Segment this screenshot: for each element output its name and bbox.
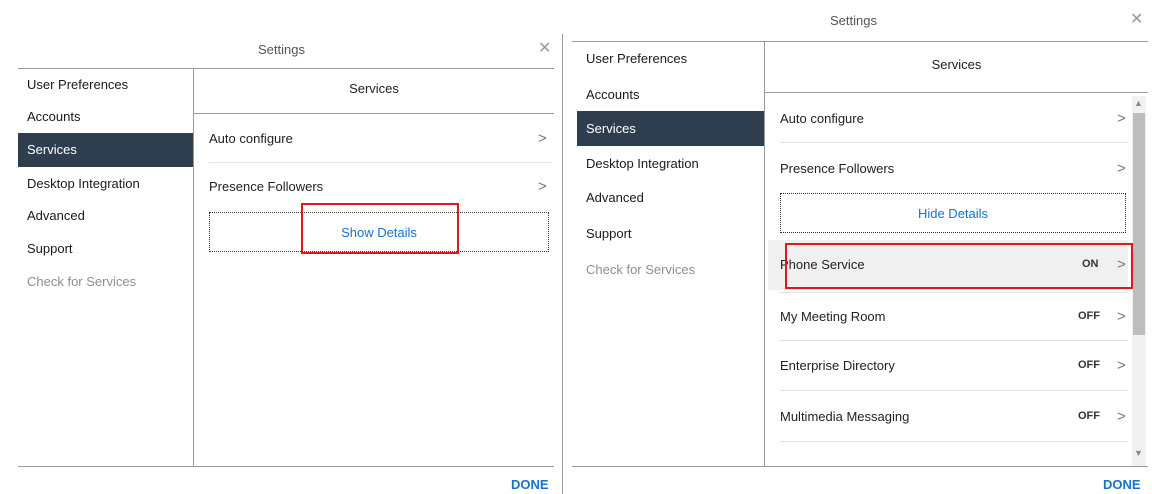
highlight-box	[785, 243, 1133, 289]
row-label: Presence Followers	[780, 161, 895, 176]
presence-followers-row[interactable]: Presence Followers >	[197, 178, 552, 199]
done-button[interactable]: DONE	[1103, 477, 1141, 492]
settings-window-left: Settings ✕ User Preferences Accounts Ser…	[0, 0, 560, 494]
row-label: Presence Followers	[209, 179, 324, 194]
row-label: Enterprise Directory	[780, 358, 895, 373]
section-title: Services	[349, 81, 399, 96]
check-for-services-link[interactable]: Check for Services	[27, 274, 136, 289]
sidebar-item-user-preferences[interactable]: User Preferences	[586, 51, 687, 66]
sidebar-item-accounts[interactable]: Accounts	[586, 87, 639, 102]
status-label: OFF	[1078, 359, 1100, 371]
sidebar-divider	[764, 42, 765, 466]
chevron-right-icon: >	[1117, 308, 1126, 325]
chevron-right-icon: >	[538, 178, 547, 195]
window-title: Settings	[258, 42, 305, 57]
sidebar-item-desktop-integration[interactable]: Desktop Integration	[586, 156, 699, 171]
row-divider	[780, 292, 1128, 293]
chevron-right-icon: >	[1117, 408, 1126, 425]
row-label: My Meeting Room	[780, 309, 886, 324]
sidebar-divider	[193, 69, 194, 467]
chevron-right-icon: >	[1117, 357, 1126, 374]
sidebar-item-services[interactable]: Services	[577, 111, 764, 146]
auto-configure-row[interactable]: Auto configure >	[197, 130, 552, 151]
close-icon[interactable]: ✕	[1130, 12, 1143, 28]
section-title: Services	[931, 57, 982, 72]
my-meeting-room-row[interactable]: My Meeting Room OFF >	[768, 308, 1128, 329]
window-separator	[562, 34, 563, 494]
sidebar-item-support[interactable]: Support	[27, 241, 73, 256]
sidebar-item-desktop-integration[interactable]: Desktop Integration	[27, 176, 140, 191]
chevron-right-icon: >	[1117, 110, 1126, 127]
check-for-services-link[interactable]: Check for Services	[586, 262, 695, 277]
scrollbar-thumb[interactable]	[1133, 113, 1145, 335]
footer-divider	[18, 466, 554, 467]
status-label: OFF	[1078, 310, 1100, 322]
scroll-up-arrow-icon[interactable]: ▲	[1134, 98, 1143, 108]
hide-details-button[interactable]: Hide Details	[780, 193, 1126, 233]
row-divider	[780, 390, 1128, 391]
header-divider	[765, 92, 1148, 93]
sidebar-item-user-preferences[interactable]: User Preferences	[27, 77, 128, 92]
scroll-down-arrow-icon[interactable]: ▼	[1134, 448, 1143, 458]
done-button[interactable]: DONE	[511, 477, 549, 492]
close-icon[interactable]: ✕	[538, 41, 551, 57]
divider	[572, 41, 1148, 42]
row-label: Auto configure	[209, 131, 293, 146]
auto-configure-row[interactable]: Auto configure >	[768, 110, 1128, 131]
row-label: Multimedia Messaging	[780, 409, 910, 424]
row-divider	[780, 441, 1128, 442]
chevron-right-icon: >	[1117, 160, 1126, 177]
sidebar-item-services[interactable]: Services	[18, 133, 193, 167]
highlight-box	[301, 203, 459, 254]
divider	[18, 68, 554, 69]
window-title: Settings	[830, 13, 877, 28]
header-divider	[194, 113, 554, 114]
row-divider	[209, 162, 552, 163]
sidebar-item-advanced[interactable]: Advanced	[27, 208, 85, 223]
enterprise-directory-row[interactable]: Enterprise Directory OFF >	[768, 357, 1128, 378]
status-label: OFF	[1078, 410, 1100, 422]
sidebar-item-support[interactable]: Support	[586, 226, 632, 241]
chevron-right-icon: >	[538, 130, 547, 147]
row-label: Auto configure	[780, 111, 864, 126]
settings-window-right: Settings ✕ User Preferences Accounts Ser…	[566, 0, 1152, 494]
row-divider	[780, 142, 1128, 143]
presence-followers-row[interactable]: Presence Followers >	[768, 160, 1128, 181]
sidebar-item-advanced[interactable]: Advanced	[586, 190, 644, 205]
sidebar-item-accounts[interactable]: Accounts	[27, 109, 80, 124]
multimedia-messaging-row[interactable]: Multimedia Messaging OFF >	[768, 408, 1128, 429]
row-divider	[780, 340, 1128, 341]
footer-divider	[572, 466, 1148, 467]
